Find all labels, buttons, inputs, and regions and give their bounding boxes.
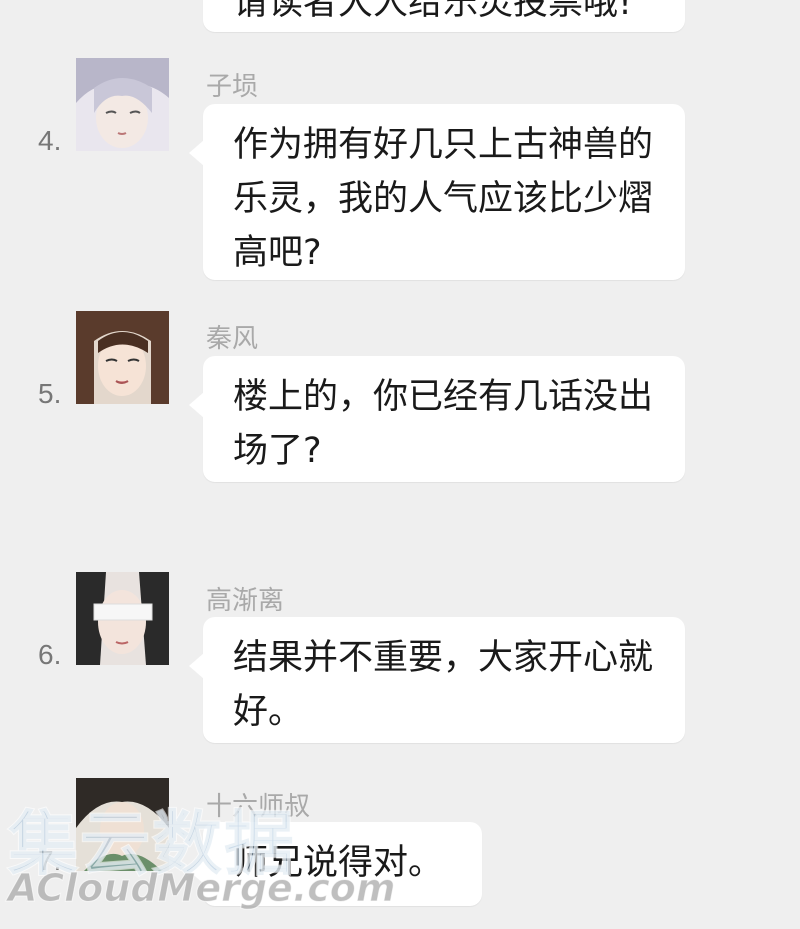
comment-bubble-7: 师兄说得对。: [189, 822, 482, 906]
comment-text-6: 结果并不重要，大家开心就好。: [233, 638, 654, 732]
comment-number-5: 5.: [38, 378, 62, 409]
commenter-name-6: 高渐离: [206, 586, 285, 616]
commenter-name-7: 十六师叔: [206, 792, 311, 822]
comment-text-3: 请读者大人给乐灵投票哦!: [233, 0, 633, 23]
avatar-shiliushishu[interactable]: [76, 778, 169, 871]
comment-bubble-3: 请读者大人给乐灵投票哦!: [203, 0, 685, 32]
bubble-tail: [189, 392, 204, 418]
bubble-tail: [189, 653, 204, 679]
comment-text-4: 作为拥有好几只上古神兽的乐灵，我的人气应该比少熠高吧?: [233, 125, 654, 273]
comment-bubble-4: 作为拥有好几只上古神兽的乐灵，我的人气应该比少熠高吧?: [189, 104, 685, 280]
comment-number-4: 4.: [38, 125, 62, 156]
comment-bubble-6: 结果并不重要，大家开心就好。: [189, 617, 685, 743]
comment-bubble-5: 楼上的，你已经有几话没出场了?: [189, 356, 685, 482]
comment-text-5: 楼上的，你已经有几话没出场了?: [233, 377, 654, 471]
commenter-name-4: 子埙: [206, 72, 259, 102]
avatar-gaojianli[interactable]: [76, 572, 169, 665]
avatar-zixun-image: [76, 58, 169, 151]
bubble-tail: [189, 858, 204, 884]
avatar-gaojianli-image: [76, 572, 169, 665]
comment-number-6: 6.: [38, 639, 62, 670]
avatar-zixun[interactable]: [76, 58, 169, 151]
avatar-qinfeng-image: [76, 311, 169, 404]
avatar-qinfeng[interactable]: [76, 311, 169, 404]
commenter-name-5: 秦风: [206, 324, 259, 354]
avatar-shiliushishu-image: [76, 778, 169, 871]
bubble-tail: [189, 140, 204, 166]
comment-number-7: 7.: [38, 845, 62, 876]
comment-text-7: 师兄说得对。: [233, 843, 444, 883]
